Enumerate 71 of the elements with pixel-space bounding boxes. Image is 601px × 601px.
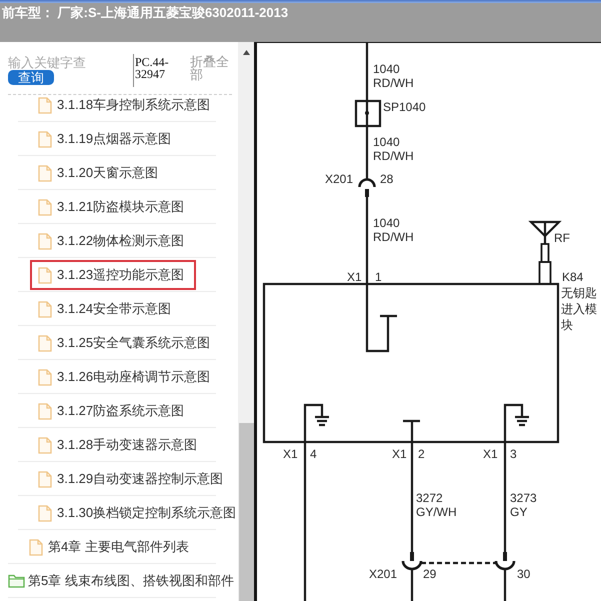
tree-item[interactable]: 第5章 线束布线图、搭铁视图和部件 <box>0 566 237 596</box>
file-icon <box>38 130 52 148</box>
connector-label: X201 <box>369 567 398 581</box>
folder-icon <box>8 574 25 588</box>
document-code: PC.44-32947 <box>133 54 177 87</box>
file-icon <box>38 300 52 318</box>
pin-number: 4 <box>310 447 317 461</box>
connector-label: X201 <box>325 172 354 186</box>
pin-number: 29 <box>423 567 436 581</box>
tree-item[interactable]: 第4章 主要电气部件列表 <box>21 532 192 562</box>
connector-icon <box>494 552 516 570</box>
file-icon <box>38 232 52 250</box>
connector-icon <box>402 552 422 570</box>
scroll-thumb[interactable] <box>238 423 254 601</box>
tree-item[interactable]: 3.1.26电动座椅调节示意图 <box>30 362 214 392</box>
file-icon <box>38 504 52 522</box>
tree-item[interactable]: 3.1.29自动变速器控制示意图 <box>30 464 226 494</box>
file-icon <box>38 96 52 114</box>
wire-number: 1040 <box>373 216 400 230</box>
file-icon <box>38 402 52 420</box>
ground-icon <box>315 416 329 426</box>
splice-box <box>354 100 382 128</box>
tree-item[interactable]: 3.1.22物体检测示意图 <box>30 226 188 256</box>
tree-item[interactable]: 3.1.24安全带示意图 <box>30 294 174 324</box>
module-id: K84 <box>562 270 584 284</box>
wire-number: 3273 <box>510 491 537 505</box>
antenna-label: RF <box>554 231 570 245</box>
window-title: 前车型： 厂家:S-上海通用五菱宝骏6302011-2013 <box>2 5 288 21</box>
pin-number: 2 <box>418 447 425 461</box>
connector-icon <box>358 178 376 197</box>
file-icon <box>29 538 43 556</box>
splice-label: SP1040 <box>383 100 426 114</box>
search-button[interactable]: 查询 <box>8 70 54 85</box>
pin-number: 1 <box>375 270 382 284</box>
wire-color-code: RD/WH <box>373 76 414 90</box>
module-name: 无钥匙进入模块 <box>561 286 597 332</box>
wire-number: 1040 <box>373 62 400 76</box>
tree-item[interactable]: 3.1.21防盗模块示意图 <box>30 192 188 222</box>
up-arrow-icon[interactable] <box>242 50 250 55</box>
tree-item[interactable]: 3.1.28手动变速器示意图 <box>30 430 200 460</box>
pin-number: 28 <box>380 172 394 186</box>
ground-icon <box>515 416 529 426</box>
tree-item[interactable]: 3.1.25安全气囊系统示意图 <box>30 328 214 358</box>
connector-label: X1 <box>347 270 362 284</box>
pin-number: 3 <box>510 447 517 461</box>
search-field[interactable]: 输入关键字查 <box>8 54 126 70</box>
file-icon <box>38 334 52 352</box>
connector-label: X1 <box>483 447 498 461</box>
file-icon <box>38 198 52 216</box>
tree-item[interactable]: 3.1.19点烟器示意图 <box>30 124 174 154</box>
connector-label: X1 <box>283 447 298 461</box>
wire-color-code: RD/WH <box>373 149 414 163</box>
wire-number: 3272 <box>416 491 443 505</box>
connector-label: X1 <box>392 447 407 461</box>
tree-item[interactable]: 3.1.30换档锁定控制系统示意图 <box>30 498 238 528</box>
pin-number: 30 <box>517 567 530 581</box>
tree-item[interactable]: 3.1.18车身控制系统示意图 <box>30 95 214 120</box>
file-icon <box>38 368 52 386</box>
tree-item[interactable]: 3.1.27防盗系统示意图 <box>30 396 188 426</box>
tree-item[interactable]: 3.1.20天窗示意图 <box>30 158 162 188</box>
wire <box>366 126 368 180</box>
wire-number: 1040 <box>373 135 400 149</box>
file-icon <box>38 164 52 182</box>
wire-color-code: RD/WH <box>373 230 414 244</box>
wire-color-code: GY/WH <box>416 505 457 519</box>
file-icon <box>38 266 52 284</box>
wire-color-code: GY <box>510 505 528 519</box>
tree-item[interactable]: 3.1.23遥控功能示意图 <box>30 260 196 290</box>
file-icon <box>38 436 52 454</box>
scrollbar[interactable] <box>238 42 254 601</box>
file-icon <box>38 470 52 488</box>
